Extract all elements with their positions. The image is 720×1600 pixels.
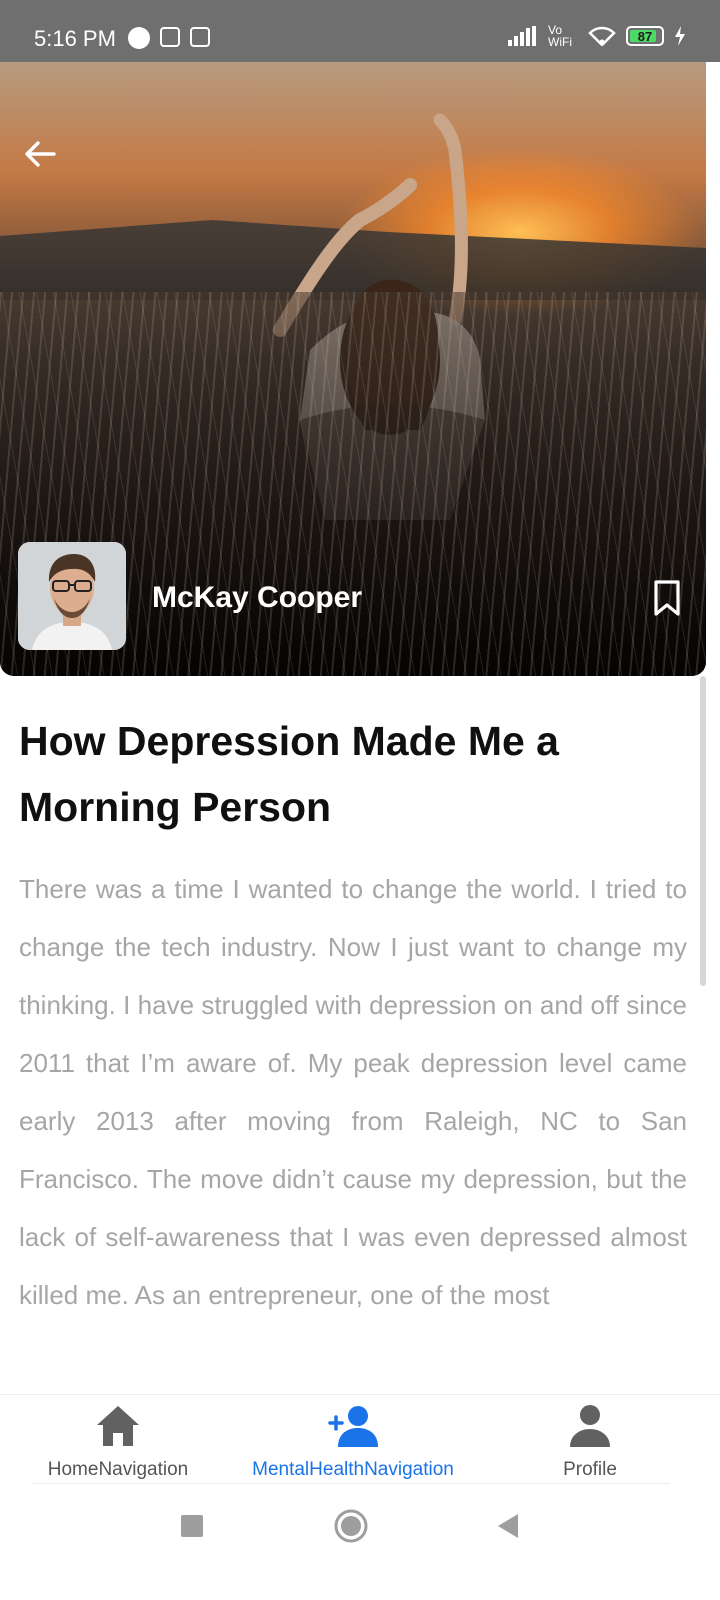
article-title: How Depression Made Me a Morning Person [19,718,559,830]
media-icon [190,27,210,47]
bottom-navigation: HomeNavigation MentalHealthNavigation Pr… [0,1394,720,1485]
author-avatar [18,542,126,650]
status-notification-icons [128,27,210,49]
signal-icon [508,26,536,46]
wifi-icon [588,26,616,46]
nav-label-mental-health: MentalHealthNavigation [252,1459,454,1480]
battery-icon: 87 [626,26,664,46]
arrow-left-icon [25,141,56,167]
cb-app-icon [160,27,180,47]
nav-item-profile[interactable]: Profile [500,1395,680,1485]
charging-icon [675,26,685,46]
status-bar: 5:16 PM Vo WiFi 87 [0,0,720,62]
add-person-icon [328,1406,378,1447]
recents-icon[interactable] [180,1514,204,1538]
author-name: McKay Cooper [152,581,363,614]
back-triangle-icon[interactable] [496,1513,520,1539]
system-navigation-bar [0,1488,720,1600]
data-saver-icon [128,27,150,49]
vowifi-label: Vo WiFi [548,23,572,49]
home-icon [97,1406,139,1446]
status-system-icons: Vo WiFi 87 [508,24,686,48]
nav-item-home[interactable]: HomeNavigation [20,1395,216,1485]
status-time: 5:16 PM [34,26,116,51]
hero-image: McKay Cooper [0,62,706,676]
article-body: There was a time I wanted to change the … [19,874,687,1310]
home-circle-icon[interactable] [333,1508,369,1544]
author-photo [18,542,126,650]
person-icon [570,1405,610,1447]
nav-item-mental-health[interactable]: MentalHealthNavigation [228,1395,478,1485]
bookmark-icon [654,580,680,616]
nav-label-profile: Profile [563,1459,617,1480]
battery-level: 87 [637,28,653,44]
bookmark-button[interactable] [648,578,688,618]
nav-label-home: HomeNavigation [47,1459,189,1480]
nav-divider [32,1483,670,1484]
back-button[interactable] [20,134,60,174]
scrollbar[interactable] [700,676,706,986]
